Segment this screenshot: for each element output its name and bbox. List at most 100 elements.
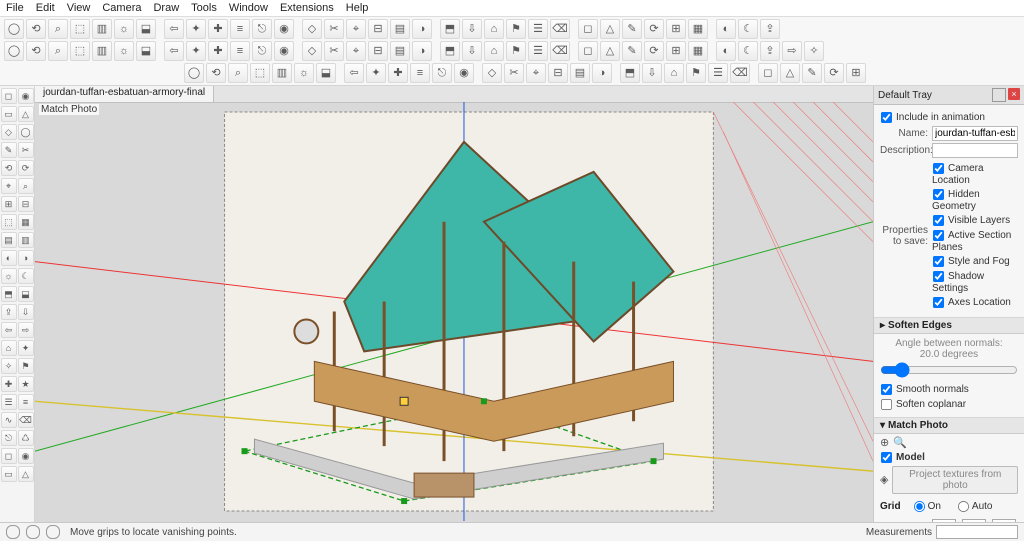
toolbar2-btn-0[interactable]: ◯ [184, 63, 204, 83]
left-tool-25[interactable]: ⇩ [18, 304, 34, 320]
left-tool-0[interactable]: ◻ [1, 88, 17, 104]
toolbar2-btn-13[interactable]: ◇ [482, 63, 502, 83]
tray-pin-icon[interactable] [992, 88, 1006, 102]
left-tool-16[interactable]: ▤ [1, 232, 17, 248]
toolbar1-btn-20[interactable]: ⇩ [462, 41, 482, 61]
menu-help[interactable]: Help [346, 2, 369, 14]
left-tool-17[interactable]: ▥ [18, 232, 34, 248]
toolbar2-btn-26[interactable]: △ [780, 63, 800, 83]
prop-check-6[interactable] [933, 297, 944, 308]
soften-coplanar-check[interactable] [881, 399, 892, 410]
toolbar2-btn-22[interactable]: ⚑ [686, 63, 706, 83]
toolbar0-btn-15[interactable]: ⌖ [346, 19, 366, 39]
toolbar2-btn-18[interactable]: ◑ [592, 63, 612, 83]
toolbar0-btn-8[interactable]: ✦ [186, 19, 206, 39]
toolbar0-btn-13[interactable]: ◇ [302, 19, 322, 39]
left-tool-1[interactable]: ◉ [18, 88, 34, 104]
left-tool-37[interactable]: ⌫ [18, 412, 34, 428]
toolbar2-btn-4[interactable]: ▥ [272, 63, 292, 83]
toolbar1-btn-28[interactable]: ⟳ [644, 41, 664, 61]
toolbar0-btn-9[interactable]: ✚ [208, 19, 228, 39]
toolbar1-btn-6[interactable]: ⬓ [136, 41, 156, 61]
toolbar1-btn-14[interactable]: ✂ [324, 41, 344, 61]
menu-draw[interactable]: Draw [153, 2, 179, 14]
zoom-icon[interactable]: 🔍 [893, 438, 907, 449]
toolbar2-btn-14[interactable]: ✂ [504, 63, 524, 83]
toolbar0-btn-22[interactable]: ⚑ [506, 19, 526, 39]
left-tool-42[interactable]: ▭ [1, 466, 17, 482]
toolbar2-btn-20[interactable]: ⇩ [642, 63, 662, 83]
measurements-input[interactable] [936, 525, 1018, 539]
toolbar1-btn-4[interactable]: ▥ [92, 41, 112, 61]
toolbar1-btn-22[interactable]: ⚑ [506, 41, 526, 61]
prop-check-1[interactable] [933, 189, 944, 200]
left-tool-31[interactable]: ⚑ [18, 358, 34, 374]
left-tool-38[interactable]: ⎋ [1, 430, 17, 446]
menu-view[interactable]: View [67, 2, 91, 14]
toolbar2-btn-24[interactable]: ⌫ [730, 63, 750, 83]
menu-tools[interactable]: Tools [191, 2, 217, 14]
toolbar2-btn-1[interactable]: ⟲ [206, 63, 226, 83]
left-tool-30[interactable]: ✧ [1, 358, 17, 374]
scene-name-input[interactable] [932, 126, 1018, 141]
left-tool-6[interactable]: ✎ [1, 142, 17, 158]
toolbar0-btn-7[interactable]: ⇦ [164, 19, 184, 39]
toolbar2-btn-19[interactable]: ⬒ [620, 63, 640, 83]
left-tool-11[interactable]: ⌕ [18, 178, 34, 194]
toolbar0-btn-5[interactable]: ☼ [114, 19, 134, 39]
menu-window[interactable]: Window [229, 2, 268, 14]
include-in-animation-check[interactable] [881, 112, 892, 123]
toolbar1-btn-2[interactable]: ⌕ [48, 41, 68, 61]
toolbar0-btn-28[interactable]: ⟳ [644, 19, 664, 39]
geolocation-icon[interactable] [6, 525, 20, 539]
left-tool-27[interactable]: ⇨ [18, 322, 34, 338]
credits-icon[interactable] [26, 525, 40, 539]
left-tool-15[interactable]: ▦ [18, 214, 34, 230]
toolbar0-btn-32[interactable]: ☾ [738, 19, 758, 39]
toolbar0-btn-20[interactable]: ⇩ [462, 19, 482, 39]
toolbar0-btn-16[interactable]: ⊟ [368, 19, 388, 39]
toolbar1-btn-7[interactable]: ⇦ [164, 41, 184, 61]
toolbar1-btn-16[interactable]: ⊟ [368, 41, 388, 61]
soften-angle-slider[interactable] [880, 362, 1018, 378]
toolbar1-btn-19[interactable]: ⬒ [440, 41, 460, 61]
toolbar2-btn-23[interactable]: ☰ [708, 63, 728, 83]
left-tool-41[interactable]: ◉ [18, 448, 34, 464]
toolbar0-btn-27[interactable]: ✎ [622, 19, 642, 39]
toolbar0-btn-3[interactable]: ⬚ [70, 19, 90, 39]
chevron-down-icon[interactable]: ▸ [880, 320, 885, 331]
menu-ext[interactable]: Extensions [280, 2, 334, 14]
toolbar0-btn-0[interactable]: ◯ [4, 19, 24, 39]
toolbar0-btn-4[interactable]: ▥ [92, 19, 112, 39]
toolbar0-btn-17[interactable]: ▤ [390, 19, 410, 39]
menu-camera[interactable]: Camera [102, 2, 141, 14]
toolbar1-btn-31[interactable]: ◐ [716, 41, 736, 61]
toolbar1-btn-33[interactable]: ⇪ [760, 41, 780, 61]
left-tool-33[interactable]: ★ [18, 376, 34, 392]
left-tool-3[interactable]: △ [18, 106, 34, 122]
left-tool-13[interactable]: ⊟ [18, 196, 34, 212]
toolbar0-btn-6[interactable]: ⬓ [136, 19, 156, 39]
scene-desc-input[interactable] [932, 143, 1018, 158]
grid-on-radio[interactable] [914, 501, 925, 512]
toolbar2-btn-28[interactable]: ⟳ [824, 63, 844, 83]
toolbar0-btn-29[interactable]: ⊞ [666, 19, 686, 39]
left-tool-39[interactable]: ♺ [18, 430, 34, 446]
toolbar1-btn-32[interactable]: ☾ [738, 41, 758, 61]
toolbar1-btn-10[interactable]: ≡ [230, 41, 250, 61]
left-tool-10[interactable]: ⌖ [1, 178, 17, 194]
toolbar0-btn-21[interactable]: ⌂ [484, 19, 504, 39]
left-tool-24[interactable]: ⇪ [1, 304, 17, 320]
toolbar1-btn-18[interactable]: ◑ [412, 41, 432, 61]
chevron-down-icon[interactable]: ▾ [880, 420, 885, 431]
left-tool-35[interactable]: ≡ [18, 394, 34, 410]
left-tool-43[interactable]: △ [18, 466, 34, 482]
prop-check-0[interactable] [933, 163, 944, 174]
toolbar0-btn-10[interactable]: ≡ [230, 19, 250, 39]
left-tool-18[interactable]: ◐ [1, 250, 17, 266]
tray-close-icon[interactable]: × [1008, 88, 1020, 100]
toolbar1-btn-27[interactable]: ✎ [622, 41, 642, 61]
toolbar0-btn-12[interactable]: ◉ [274, 19, 294, 39]
toolbar0-btn-14[interactable]: ✂ [324, 19, 344, 39]
toolbar2-btn-25[interactable]: ◻ [758, 63, 778, 83]
